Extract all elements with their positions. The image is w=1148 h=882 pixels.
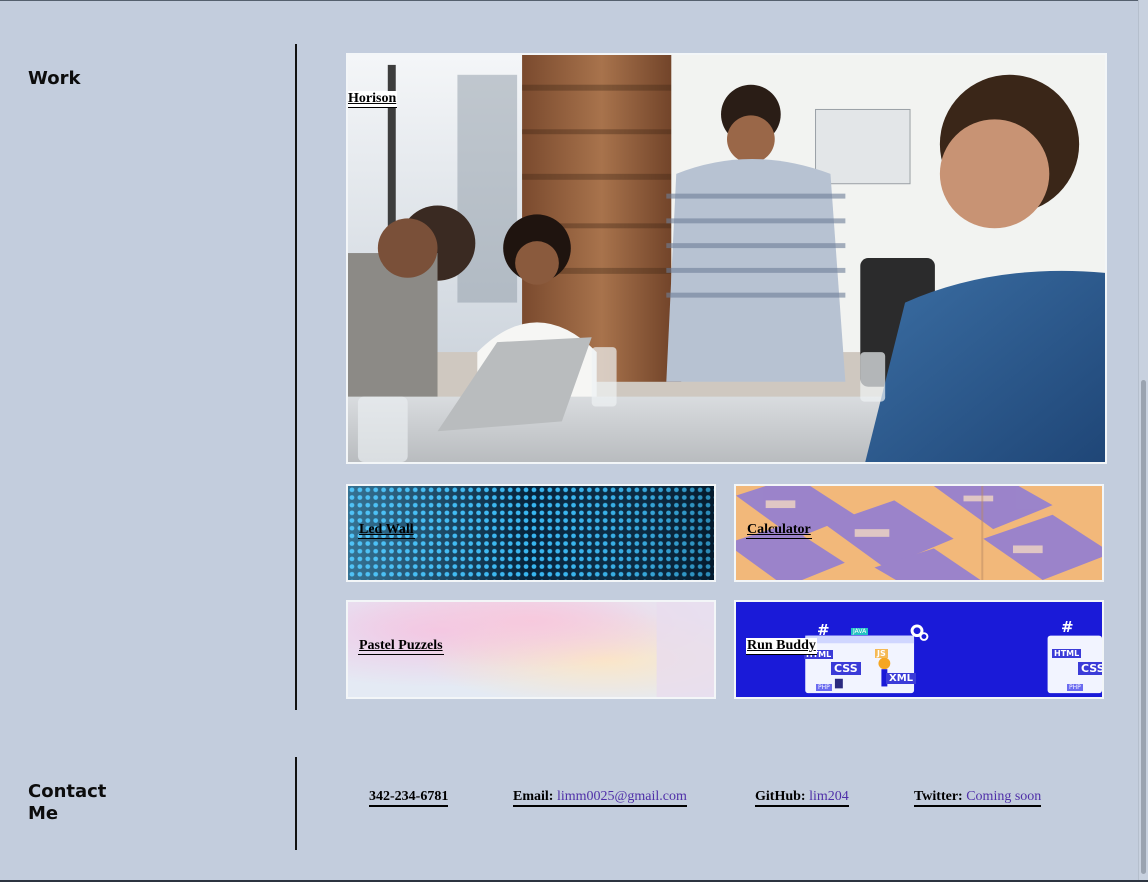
project-link-run-buddy[interactable]: Run Buddy: [746, 638, 817, 655]
scrollbar-thumb[interactable]: [1141, 380, 1146, 874]
window-top-edge: [0, 0, 1148, 1]
team-meeting-photo: [348, 55, 1105, 462]
xml-badge: XML: [886, 673, 917, 684]
contact-github[interactable]: GitHub: lim204: [755, 788, 849, 807]
project-card-run-buddy[interactable]: # # JAVA HTML JS CSS XML PHP HTML CSS PH…: [734, 600, 1104, 699]
js-badge: JS: [875, 649, 888, 658]
hash-icon: #: [1061, 618, 1074, 636]
php-badge: PHP: [1067, 684, 1083, 691]
email-link[interactable]: limm0025@gmail.com: [557, 789, 687, 804]
contact-heading-line2: Me: [28, 803, 59, 824]
twitter-link[interactable]: Coming soon: [966, 789, 1041, 804]
project-link-horison[interactable]: Horison: [348, 91, 398, 108]
contact-divider: [295, 757, 297, 850]
project-card-calculator[interactable]: Calculator: [734, 484, 1104, 582]
project-link-led-wall[interactable]: Led Wall: [358, 522, 415, 539]
contact-twitter[interactable]: Twitter: Coming soon: [914, 788, 1042, 807]
contact-phone[interactable]: 342-234-6781: [369, 788, 449, 807]
project-card-pastel-puzzels[interactable]: Pastel Puzzels: [346, 600, 716, 699]
email-label: Email:: [513, 789, 554, 804]
phone-number[interactable]: 342-234-6781: [369, 789, 448, 804]
project-link-calculator[interactable]: Calculator: [746, 522, 812, 539]
twitter-label: Twitter:: [914, 789, 963, 804]
hash-icon: #: [817, 621, 830, 639]
contact-heading: Contact Me: [28, 781, 106, 825]
project-link-pastel-puzzels[interactable]: Pastel Puzzels: [358, 638, 444, 655]
work-heading: Work: [28, 68, 81, 89]
php-badge: PHP: [816, 684, 832, 691]
contact-email[interactable]: Email: limm0025@gmail.com: [513, 788, 687, 807]
github-link[interactable]: lim204: [809, 789, 849, 804]
project-card-led-wall[interactable]: Led Wall: [346, 484, 716, 582]
github-label: GitHub:: [755, 789, 806, 804]
html-badge: HTML: [1052, 649, 1082, 658]
java-badge: JAVA: [851, 628, 869, 635]
css-badge: CSS: [1078, 662, 1102, 675]
work-divider: [295, 44, 297, 710]
project-card-horison[interactable]: Horison: [346, 53, 1107, 464]
css-badge: CSS: [831, 662, 861, 675]
contact-heading-line1: Contact: [28, 781, 107, 802]
